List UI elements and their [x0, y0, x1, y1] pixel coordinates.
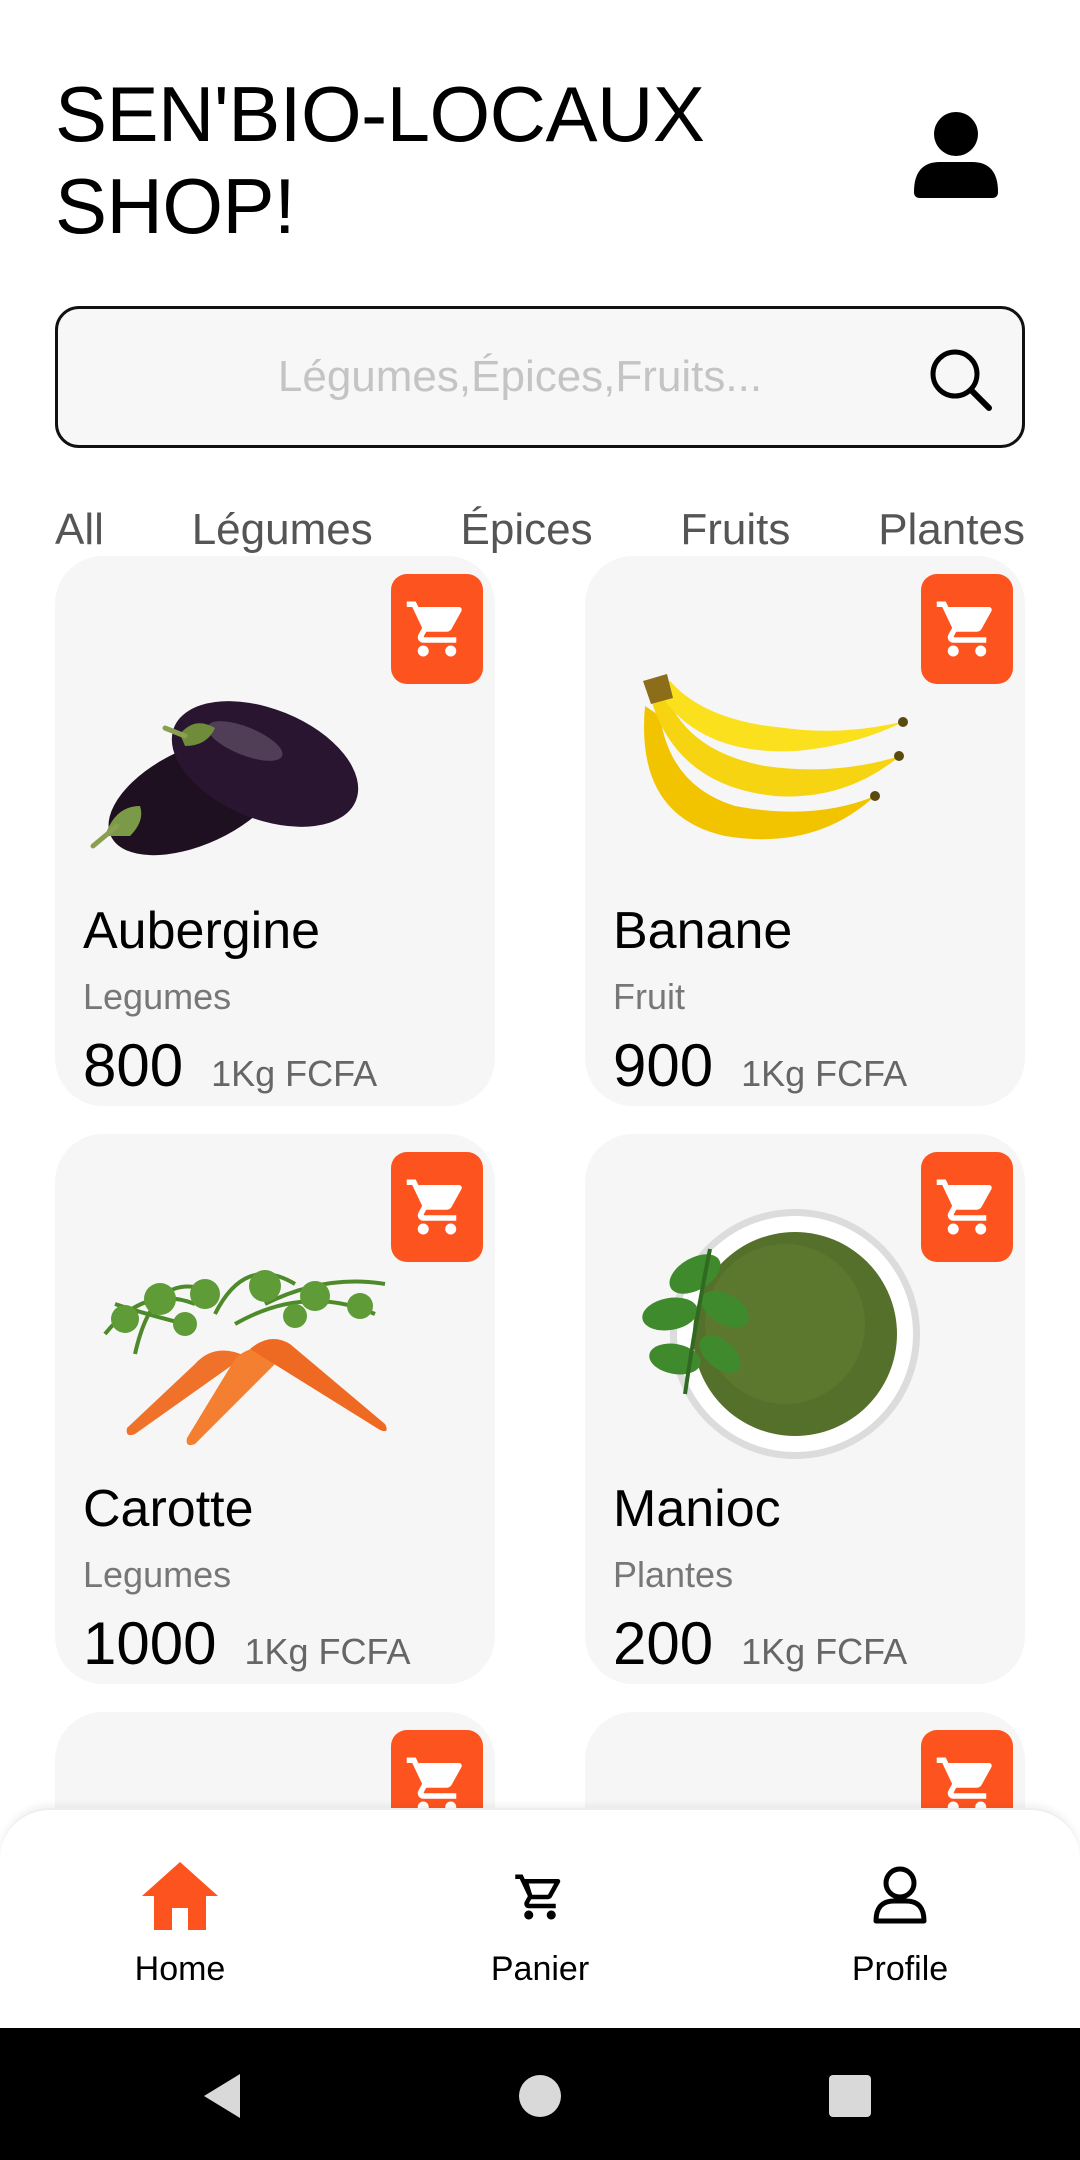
cart-icon	[406, 1179, 462, 1235]
product-price: 800 1Kg FCFA	[83, 1031, 377, 1100]
nav-item-home[interactable]: Home	[0, 1810, 360, 2030]
page-title: SEN'BIO-LOCAUX SHOP!	[55, 68, 705, 252]
product-name: Banane	[613, 902, 793, 960]
nav-label: Home	[134, 1950, 226, 1988]
nav-item-panier[interactable]: Panier	[360, 1810, 720, 2030]
tab-legumes[interactable]: Légumes	[192, 498, 373, 556]
carrot-image	[103, 1270, 387, 1446]
product-price: 1000 1Kg FCFA	[83, 1609, 411, 1678]
nav-item-profile[interactable]: Profile	[720, 1810, 1080, 2030]
product-card[interactable]: Aubergine Legumes 800 1Kg FCFA	[55, 556, 495, 1106]
product-price: 900 1Kg FCFA	[613, 1031, 907, 1100]
price-value: 1000	[83, 1610, 217, 1677]
tab-epices[interactable]: Épices	[461, 498, 593, 556]
title-line-2: SHOP!	[55, 162, 296, 250]
product-price: 200 1Kg FCFA	[613, 1609, 907, 1678]
price-value: 800	[83, 1032, 184, 1099]
cart-icon	[406, 1757, 462, 1808]
product-category: Plantes	[613, 1554, 734, 1595]
product-category: Legumes	[83, 1554, 232, 1595]
product-name: Aubergine	[83, 902, 321, 960]
user-icon	[873, 1866, 927, 1924]
banana-image	[643, 674, 908, 840]
bottom-navigation: Home Panier Profile	[0, 1808, 1080, 2028]
cart-icon	[936, 601, 992, 657]
cart-icon	[515, 1874, 561, 1920]
nav-label: Profile	[851, 1950, 949, 1988]
product-card[interactable]: Manioc Plantes 200 1Kg FCFA	[585, 1134, 1025, 1684]
tab-plantes[interactable]: Plantes	[878, 498, 1025, 556]
search-input[interactable]	[58, 309, 1022, 445]
search-icon[interactable]	[926, 345, 996, 415]
cart-icon	[406, 601, 462, 657]
price-value: 900	[613, 1032, 714, 1099]
system-navigation-bar	[0, 2028, 1080, 2160]
eggplant-image	[90, 701, 359, 856]
add-to-cart-button[interactable]	[391, 1730, 483, 1808]
product-card[interactable]	[55, 1712, 495, 1808]
product-card[interactable]: Banane Fruit 900 1Kg FCFA	[585, 556, 1025, 1106]
back-icon[interactable]	[200, 2072, 244, 2120]
green-powder-bowl-image	[642, 1209, 920, 1459]
home-button-icon[interactable]	[518, 2074, 562, 2118]
tab-all[interactable]: All	[55, 498, 104, 556]
search-bar	[55, 306, 1025, 448]
product-category: Fruit	[613, 976, 685, 1017]
product-card[interactable]: Carotte Legumes 1000 1Kg FCFA	[55, 1134, 495, 1684]
product-category: Legumes	[83, 976, 232, 1017]
user-profile-icon[interactable]	[910, 110, 1002, 202]
cart-icon	[936, 1757, 992, 1808]
add-to-cart-button[interactable]	[921, 1730, 1013, 1808]
category-tabs: All Légumes Épices Fruits Plantes	[55, 498, 1025, 556]
price-unit: 1Kg FCFA	[211, 1053, 378, 1094]
recents-icon[interactable]	[828, 2074, 872, 2118]
product-grid: Aubergine Legumes 800 1Kg FCFA Banane Fru…	[0, 556, 1080, 1808]
title-line-1: SEN'BIO-LOCAUX	[55, 70, 705, 158]
price-value: 200	[613, 1610, 714, 1677]
cart-icon	[936, 1179, 992, 1235]
nav-label: Panier	[490, 1950, 590, 1988]
price-unit: 1Kg FCFA	[741, 1631, 908, 1672]
product-card[interactable]	[585, 1712, 1025, 1808]
price-unit: 1Kg FCFA	[741, 1053, 908, 1094]
product-name: Manioc	[613, 1480, 781, 1538]
tab-fruits[interactable]: Fruits	[680, 498, 790, 556]
home-icon	[142, 1862, 218, 1930]
product-name: Carotte	[83, 1480, 254, 1538]
price-unit: 1Kg FCFA	[244, 1631, 411, 1672]
